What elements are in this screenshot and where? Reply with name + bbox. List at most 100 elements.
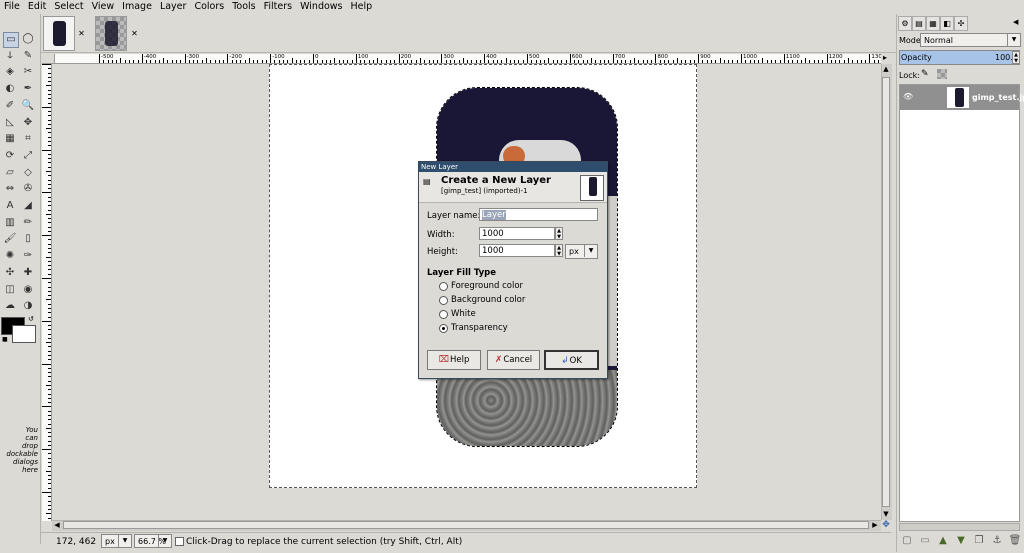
cancel-button[interactable]: ✗Cancel — [487, 350, 540, 370]
foreground-select-icon[interactable]: ◐ — [3, 82, 17, 96]
height-input[interactable]: 1000 — [479, 244, 555, 257]
width-spin[interactable]: ▲ ▼ — [555, 227, 563, 240]
radio-white[interactable] — [439, 310, 448, 319]
crop-icon[interactable]: ⌗ — [21, 132, 35, 146]
reset-colors-icon[interactable]: ■ — [2, 336, 9, 343]
color-select-icon[interactable]: ◈ — [3, 65, 17, 79]
smudge-icon[interactable]: ☁ — [3, 299, 17, 313]
mode-selector[interactable]: Normal ▼ — [920, 33, 1021, 47]
scissors-icon[interactable]: ✂ — [21, 65, 35, 79]
channels-tab-icon[interactable]: ◧ — [940, 16, 954, 31]
flip-icon[interactable]: ⇔ — [3, 182, 17, 196]
rotate-icon[interactable]: ⟳ — [3, 149, 17, 163]
align-icon[interactable]: ▦ — [3, 132, 17, 146]
pencil-icon[interactable]: ✏ — [21, 216, 35, 230]
color-picker-icon[interactable]: ✐ — [3, 99, 17, 113]
new-layer-group-icon[interactable]: ▭ — [918, 534, 932, 548]
clone-icon[interactable]: ✣ — [3, 266, 17, 280]
blend-icon[interactable]: ▥ — [3, 216, 17, 230]
navigate-icon[interactable]: ✥ — [881, 520, 891, 530]
vertical-ruler[interactable] — [42, 64, 52, 521]
radio-transparency[interactable] — [439, 324, 448, 333]
lasso-icon[interactable]: ↆ — [3, 49, 17, 63]
width-input[interactable]: 1000 — [479, 227, 555, 240]
fuzzy-select-icon[interactable]: ✎ — [21, 49, 35, 63]
dodge-burn-icon[interactable]: ◑ — [21, 299, 35, 313]
perspective-clone-icon[interactable]: ◫ — [3, 283, 17, 297]
layer-name[interactable]: gimp_test.jpg — [972, 93, 1024, 102]
close-tab-icon[interactable]: ✕ — [131, 30, 138, 38]
unit-selector[interactable]: px ▼ — [565, 244, 598, 259]
menu-select[interactable]: Select — [50, 0, 87, 14]
perspective-icon[interactable]: ◇ — [21, 166, 35, 180]
menu-image[interactable]: Image — [118, 0, 156, 14]
radio-background-color[interactable] — [439, 296, 448, 305]
lock-pixels-icon[interactable]: ✎ — [921, 69, 931, 79]
menu-file[interactable]: File — [0, 0, 24, 14]
ink-icon[interactable]: ✑ — [21, 249, 35, 263]
device-status-tab-icon[interactable]: ▤ — [912, 16, 926, 31]
move-icon[interactable]: ✥ — [21, 116, 35, 130]
background-color-swatch[interactable] — [12, 325, 36, 343]
menu-filters[interactable]: Filters — [260, 0, 296, 14]
anchor-layer-icon[interactable]: ⚓ — [990, 534, 1004, 548]
scroll-down-arrow-icon[interactable]: ▼ — [881, 509, 891, 519]
layers-tab-icon[interactable]: ▦ — [926, 16, 940, 31]
layer-name-input[interactable]: Layer — [479, 208, 598, 221]
measure-icon[interactable]: ◺ — [3, 116, 17, 130]
zoom-selector[interactable]: 66.7 % ▼ — [134, 534, 172, 548]
zoom-icon[interactable]: 🔍 — [21, 99, 35, 113]
horizontal-scroll-thumb[interactable] — [63, 521, 869, 529]
text-icon[interactable]: A — [3, 199, 17, 213]
image-tab-active[interactable] — [43, 16, 75, 51]
lower-layer-icon[interactable]: ▼ — [954, 534, 968, 548]
paintbrush-icon[interactable]: 🖌 — [3, 232, 17, 246]
ellipse-select-icon[interactable]: ◯ — [21, 32, 35, 46]
menu-edit[interactable]: Edit — [24, 0, 50, 14]
radio-foreground-color[interactable] — [439, 282, 448, 291]
help-button[interactable]: ⌧Help — [427, 350, 481, 370]
bucket-fill-icon[interactable]: ◢ — [21, 199, 35, 213]
rect-select-icon[interactable]: ▭ — [3, 32, 19, 48]
menu-windows[interactable]: Windows — [296, 0, 346, 14]
swap-colors-icon[interactable]: ↺ — [28, 315, 36, 323]
close-tab-icon[interactable]: ✕ — [78, 30, 85, 38]
quick-mask-icon[interactable]: ▸ — [880, 53, 890, 63]
scroll-up-arrow-icon[interactable]: ▲ — [881, 64, 891, 74]
eye-icon[interactable]: 👁 — [903, 92, 913, 102]
paths-tab-icon[interactable]: ✣ — [954, 16, 968, 31]
shear-icon[interactable]: ▱ — [3, 166, 17, 180]
dock-menu-icon[interactable]: ◀ — [1013, 18, 1021, 26]
eraser-icon[interactable]: ▯ — [21, 232, 35, 246]
scale-icon[interactable]: ⤢ — [21, 149, 35, 163]
vertical-scroll-thumb[interactable] — [882, 77, 890, 507]
opacity-spin[interactable]: ▲ ▼ — [1012, 51, 1020, 64]
unit-selector[interactable]: px ▼ — [101, 534, 132, 548]
raise-layer-icon[interactable]: ▲ — [936, 534, 950, 548]
heal-icon[interactable]: ✚ — [21, 266, 35, 280]
duplicate-layer-icon[interactable]: ❐ — [972, 534, 986, 548]
airbrush-icon[interactable]: ✺ — [3, 249, 17, 263]
menu-tools[interactable]: Tools — [228, 0, 259, 14]
horizontal-ruler[interactable]: -500 -400 -300 -200 -100 0 100 200 300 400 500 600 7… — [55, 54, 881, 64]
menu-help[interactable]: Help — [347, 0, 377, 14]
blur-icon[interactable]: ◉ — [21, 283, 35, 297]
paths-icon[interactable]: ✒ — [21, 82, 35, 96]
tool-options-tab-icon[interactable]: ⚙ — [898, 16, 912, 31]
layers-list[interactable] — [899, 84, 1020, 522]
dialog-titlebar[interactable]: New Layer — [419, 162, 607, 172]
new-layer-icon[interactable]: ▢ — [900, 534, 914, 548]
ruler-tick — [612, 54, 614, 63]
height-spin[interactable]: ▲ ▼ — [555, 244, 563, 257]
menu-colors[interactable]: Colors — [190, 0, 228, 14]
image-tab[interactable] — [95, 16, 127, 51]
lock-alpha-icon[interactable] — [937, 69, 947, 79]
scroll-right-arrow-icon[interactable]: ▶ — [870, 520, 880, 530]
layers-scrollbar[interactable] — [899, 523, 1020, 531]
scroll-left-arrow-icon[interactable]: ◀ — [52, 520, 62, 530]
ok-button[interactable]: ↲OK — [544, 350, 599, 370]
menu-layer[interactable]: Layer — [156, 0, 191, 14]
delete-layer-icon[interactable]: 🗑 — [1008, 534, 1022, 548]
menu-view[interactable]: View — [88, 0, 119, 14]
cage-icon[interactable]: ✇ — [21, 182, 35, 196]
